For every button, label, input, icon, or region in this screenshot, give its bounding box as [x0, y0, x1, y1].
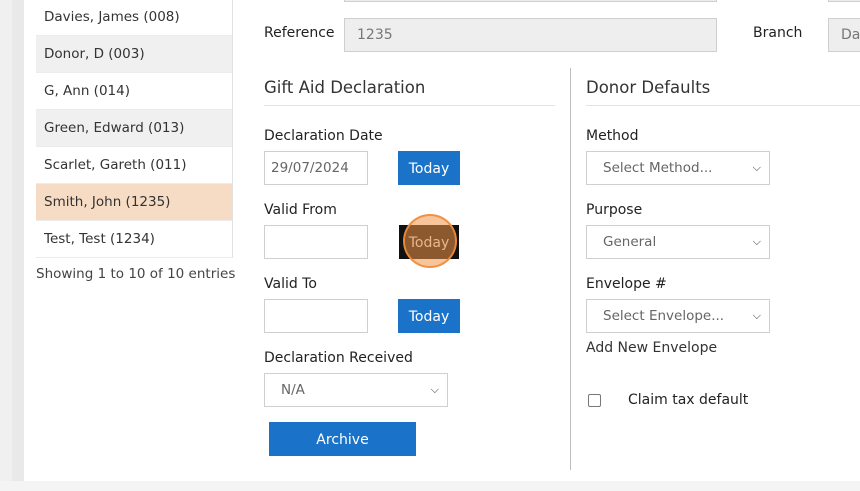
donor-defaults-title: Donor Defaults [586, 78, 711, 97]
valid-from-input[interactable] [264, 225, 368, 259]
top-field-partial-right[interactable] [828, 0, 860, 2]
page-gutter [12, 0, 24, 481]
envelope-select[interactable]: Select Envelope... ⌵ [586, 299, 770, 333]
donor-list-item[interactable]: Scarlet, Gareth (011) [36, 147, 232, 184]
declaration-received-select[interactable]: N/A ⌵ [264, 373, 448, 407]
method-label: Method [586, 128, 639, 144]
add-new-envelope-link[interactable]: Add New Envelope [586, 340, 717, 356]
window-left-edge [0, 0, 12, 481]
method-value: Select Method... [603, 160, 713, 176]
purpose-select[interactable]: General ⌵ [586, 225, 770, 259]
declaration-date-today-button[interactable]: Today [398, 151, 460, 185]
declaration-date-label: Declaration Date [264, 128, 383, 144]
reference-field[interactable]: 1235 [344, 18, 717, 52]
donor-list-item[interactable]: Green, Edward (013) [36, 110, 232, 147]
gift-aid-title: Gift Aid Declaration [264, 78, 426, 97]
purpose-value: General [603, 234, 657, 250]
envelope-value: Select Envelope... [603, 308, 725, 324]
method-select[interactable]: Select Method... ⌵ [586, 151, 770, 185]
donor-list-item[interactable]: G, Ann (014) [36, 73, 232, 110]
reference-label: Reference [264, 25, 335, 41]
declaration-received-value: N/A [281, 382, 305, 398]
valid-from-label: Valid From [264, 202, 337, 218]
column-divider [570, 68, 571, 470]
envelope-label: Envelope # [586, 276, 667, 292]
chevron-down-icon: ⌵ [430, 383, 439, 396]
chevron-down-icon: ⌵ [752, 235, 761, 248]
valid-to-label: Valid To [264, 276, 317, 292]
donor-list-item[interactable]: Smith, John (1235) [36, 184, 232, 221]
top-field-partial[interactable] [344, 0, 717, 2]
branch-field[interactable]: Dat [828, 18, 860, 52]
purpose-label: Purpose [586, 202, 643, 218]
valid-to-input[interactable] [264, 299, 368, 333]
donor-list: Davies, James (008) Donor, D (003) G, Ann … [36, 0, 233, 258]
entries-info: Showing 1 to 10 of 10 entries [36, 266, 236, 282]
gift-aid-title-rule [264, 105, 555, 106]
donor-list-item[interactable]: Donor, D (003) [36, 36, 232, 73]
chevron-down-icon: ⌵ [752, 309, 761, 322]
claim-tax-default-checkbox[interactable] [588, 394, 601, 407]
donor-list-item[interactable]: Test, Test (1234) [36, 221, 232, 258]
branch-label: Branch [753, 25, 803, 41]
declaration-received-label: Declaration Received [264, 350, 413, 366]
declaration-date-input[interactable]: 29/07/2024 [264, 151, 368, 185]
donor-defaults-title-rule [586, 105, 860, 106]
valid-from-today-button[interactable]: Today [399, 225, 459, 259]
archive-declaration-button[interactable]: Archive Declaration [269, 422, 416, 482]
valid-to-today-button[interactable]: Today [398, 299, 460, 333]
donor-list-panel: Davies, James (008) Donor, D (003) G, Ann … [24, 0, 250, 481]
claim-tax-default-label: Claim tax default [628, 392, 749, 408]
chevron-down-icon: ⌵ [752, 161, 761, 174]
donor-detail-form: Reference 1235 Branch Dat Gift Aid Decla… [250, 0, 860, 482]
donor-list-item[interactable]: Davies, James (008) [36, 0, 232, 36]
